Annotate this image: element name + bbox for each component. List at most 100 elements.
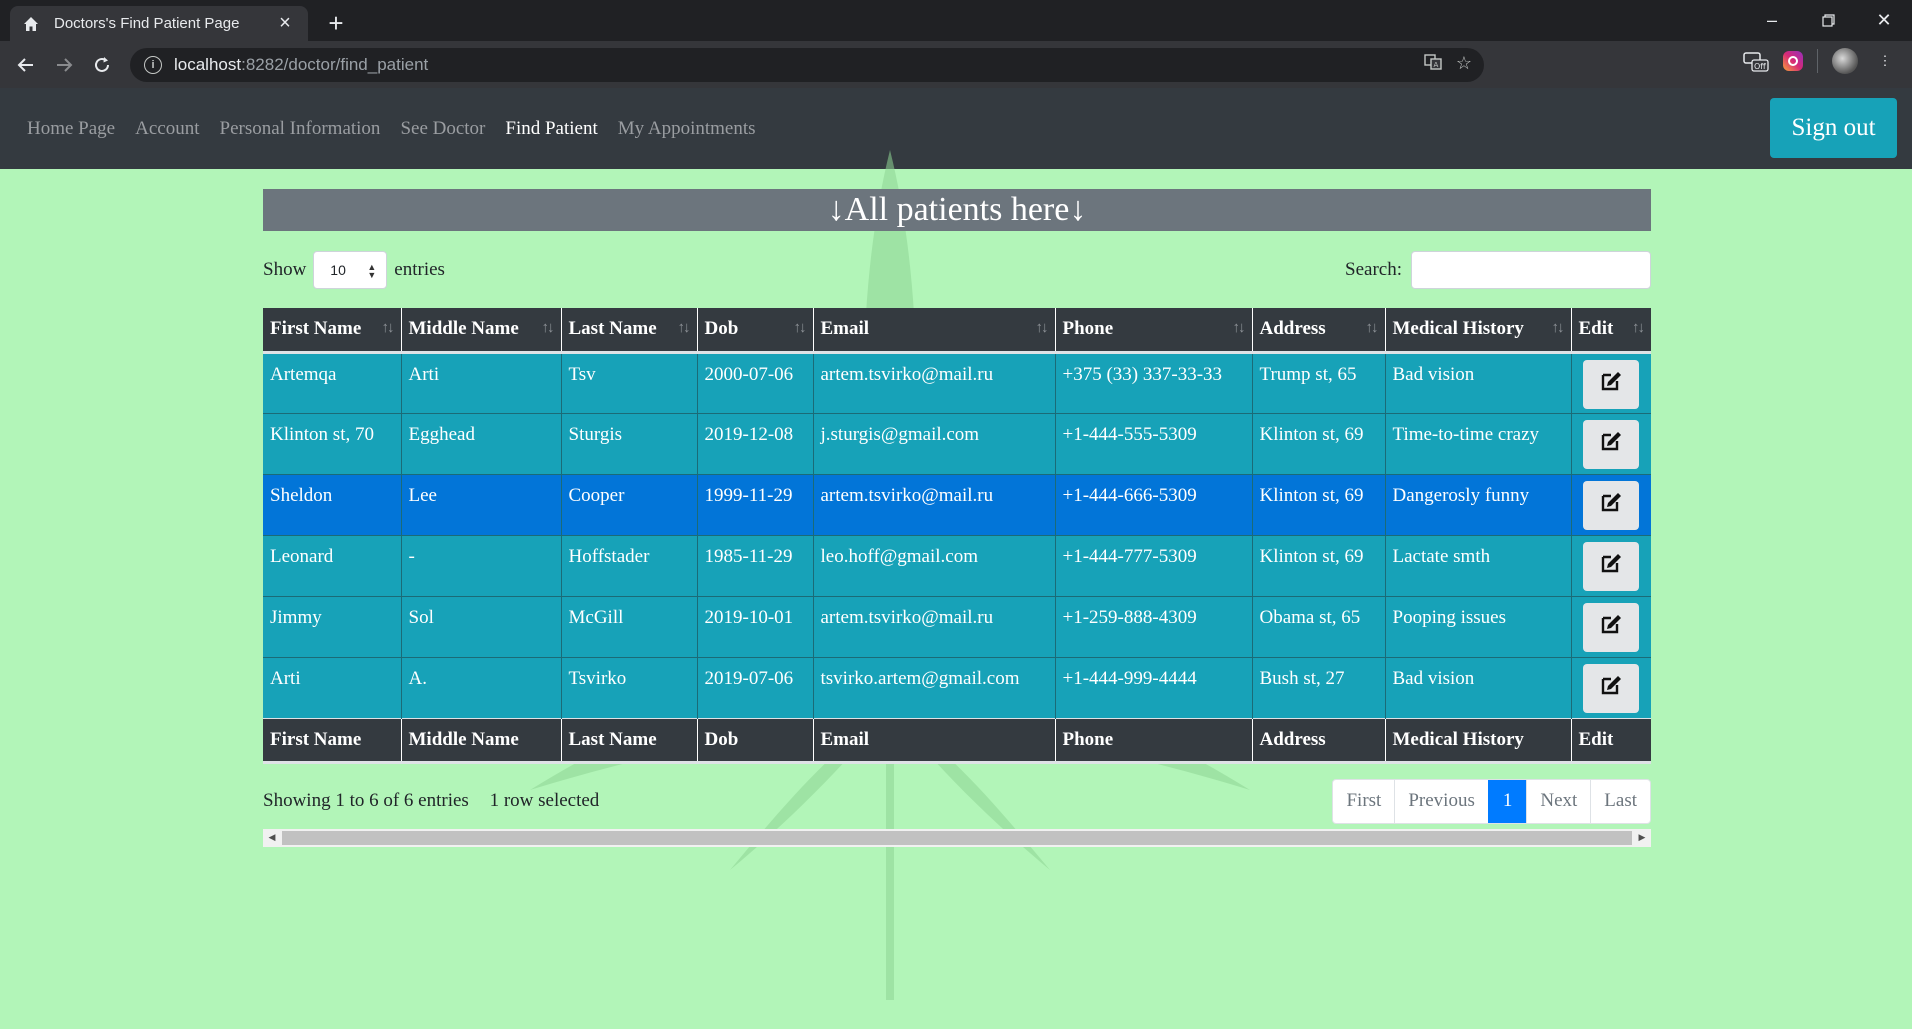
cell-dob: 2019-10-01 — [697, 595, 814, 657]
page-next[interactable]: Next — [1526, 779, 1590, 823]
column-header-edit[interactable]: Edit ↑↓ — [1571, 308, 1651, 354]
scroll-right-icon[interactable]: ▶ — [1633, 829, 1651, 847]
table-row[interactable]: Leonard - Hoffstader 1985-11-29 leo.hoff@gma… — [263, 534, 1651, 596]
page-last[interactable]: Last — [1590, 779, 1650, 823]
sign-out-button[interactable]: Sign out — [1770, 98, 1897, 158]
cell-email: artem.tsvirko@mail.ru — [813, 351, 1056, 413]
close-tab-icon[interactable]: × — [274, 12, 296, 35]
cell-last-name: Tsv — [561, 351, 698, 413]
cell-phone: +1-444-555-5309 — [1055, 412, 1253, 474]
restore-icon[interactable] — [1800, 0, 1856, 41]
cell-dob: 2019-12-08 — [697, 412, 814, 474]
cell-email: artem.tsvirko@mail.ru — [813, 473, 1056, 535]
nav-home-page[interactable]: Home Page — [27, 118, 115, 140]
entries-select[interactable]: 10 ▲ ▼ — [313, 250, 388, 289]
search-input[interactable] — [1411, 250, 1651, 289]
edit-button[interactable] — [1582, 419, 1639, 469]
nav-find-patient[interactable]: Find Patient — [505, 118, 597, 140]
cell-middle-name: Lee — [401, 473, 562, 535]
forward-icon[interactable] — [46, 47, 82, 83]
column-header-email[interactable]: Email ↑↓ — [813, 308, 1056, 354]
page-previous[interactable]: Previous — [1394, 779, 1488, 823]
entries-info: Showing 1 to 6 of 6 entries — [263, 790, 469, 811]
nav-personal-information[interactable]: Personal Information — [220, 118, 381, 140]
minimize-icon[interactable]: – — [1744, 0, 1800, 41]
column-header-middle-name[interactable]: Middle Name ↑↓ — [401, 308, 562, 354]
page-1[interactable]: 1 — [1487, 779, 1527, 823]
column-header-first-name[interactable]: First Name ↑↓ — [263, 308, 402, 354]
table-row[interactable]: Sheldon Lee Cooper 1999-11-29 artem.tsvirko@… — [263, 473, 1651, 535]
bookmark-star-icon[interactable]: ☆ — [1456, 53, 1472, 76]
search-control: Search: — [1345, 250, 1651, 289]
cell-middle-name: - — [401, 534, 562, 596]
cell-phone: +1-259-888-4309 — [1055, 595, 1253, 657]
browser-tab[interactable]: Doctors's Find Patient Page × — [10, 6, 308, 41]
column-header-label: Dob — [704, 318, 739, 340]
new-tab-button[interactable]: + — [318, 6, 354, 41]
column-header-address[interactable]: Address ↑↓ — [1252, 308, 1386, 354]
table-row[interactable]: Arti A. Tsvirko 2019-07-06 tsvirko.artem@gma… — [263, 656, 1651, 718]
extension-off-icon[interactable]: Off — [1743, 48, 1769, 74]
browser-tab-bar: Doctors's Find Patient Page × + – ✕ — [0, 0, 1912, 41]
column-header-label: Email — [820, 318, 870, 340]
browser-menu-icon[interactable]: ⋮ — [1872, 48, 1898, 74]
tab-title: Doctors's Find Patient Page — [54, 15, 240, 32]
instagram-extension-icon[interactable] — [1783, 51, 1803, 71]
reload-icon[interactable] — [84, 47, 120, 83]
column-header-medical-history[interactable]: Medical History ↑↓ — [1385, 308, 1572, 354]
back-icon[interactable] — [8, 47, 44, 83]
edit-button[interactable] — [1582, 480, 1639, 530]
patients-table: First Name ↑↓ Middle Name ↑↓ Last Name ↑↓ Dob ↑… — [263, 308, 1651, 764]
cell-first-name: Leonard — [263, 534, 402, 596]
cell-medical-history: Time-to-time crazy — [1385, 412, 1572, 474]
length-control: Show 10 ▲ ▼ entries — [263, 250, 445, 289]
page-banner: ↓All patients here↓ — [263, 189, 1651, 231]
column-footer-dob: Dob — [697, 717, 814, 764]
edit-button[interactable] — [1582, 602, 1639, 652]
page-first[interactable]: First — [1333, 780, 1394, 823]
edit-button[interactable] — [1582, 663, 1639, 713]
close-window-icon[interactable]: ✕ — [1856, 0, 1912, 41]
toolbar-separator — [1817, 49, 1818, 73]
nav-account[interactable]: Account — [135, 118, 199, 140]
home-icon — [22, 15, 40, 33]
column-header-dob[interactable]: Dob ↑↓ — [697, 308, 814, 354]
cell-middle-name: Egghead — [401, 412, 562, 474]
scrollbar-thumb[interactable] — [282, 830, 1632, 845]
column-header-last-name[interactable]: Last Name ↑↓ — [561, 308, 698, 354]
cell-medical-history: Bad vision — [1385, 351, 1572, 413]
cell-edit — [1571, 412, 1651, 474]
sort-icon: ↑↓ — [793, 320, 807, 336]
table-row[interactable]: Artemqa Arti Tsv 2000-07-06 artem.tsvirko@ma… — [263, 351, 1651, 413]
cell-email: j.sturgis@gmail.com — [813, 412, 1056, 474]
column-header-phone[interactable]: Phone ↑↓ — [1055, 308, 1253, 354]
nav-see-doctor[interactable]: See Doctor — [400, 118, 485, 140]
edit-button[interactable] — [1582, 359, 1639, 409]
nav-my-appointments[interactable]: My Appointments — [618, 118, 756, 140]
table-row[interactable]: Klinton st, 70 Egghead Sturgis 2019-12-08 j.… — [263, 412, 1651, 474]
cell-edit — [1571, 656, 1651, 718]
address-bar[interactable]: i localhost:8282/doctor/find_patient A ☆ — [130, 47, 1484, 82]
scroll-left-icon[interactable]: ◀ — [263, 829, 281, 847]
sort-icon: ↑↓ — [1632, 320, 1645, 336]
search-label: Search: — [1345, 258, 1402, 280]
translate-icon[interactable]: A — [1424, 53, 1442, 76]
cell-last-name: Hoffstader — [561, 534, 698, 596]
site-info-icon[interactable]: i — [144, 55, 162, 74]
horizontal-scrollbar[interactable]: ◀ ▶ — [263, 828, 1651, 847]
sort-icon: ↑↓ — [1232, 320, 1246, 336]
table-row[interactable]: Jimmy Sol McGill 2019-10-01 artem.tsvirko@ma… — [263, 595, 1651, 657]
cell-address: Klinton st, 69 — [1252, 534, 1386, 596]
edit-button[interactable] — [1582, 541, 1639, 591]
profile-avatar[interactable] — [1832, 48, 1858, 74]
cell-phone: +1-444-666-5309 — [1055, 473, 1253, 535]
column-header-label: Edit — [1578, 318, 1614, 340]
cell-first-name: Sheldon — [263, 473, 402, 535]
cell-middle-name: Arti — [401, 351, 562, 413]
cell-first-name: Klinton st, 70 — [263, 412, 402, 474]
entries-select-value: 10 — [330, 261, 346, 278]
url-path: :8282/doctor/find_patient — [241, 54, 429, 74]
edit-icon — [1600, 552, 1622, 580]
cell-middle-name: Sol — [401, 595, 562, 657]
url-host: localhost — [174, 54, 242, 74]
